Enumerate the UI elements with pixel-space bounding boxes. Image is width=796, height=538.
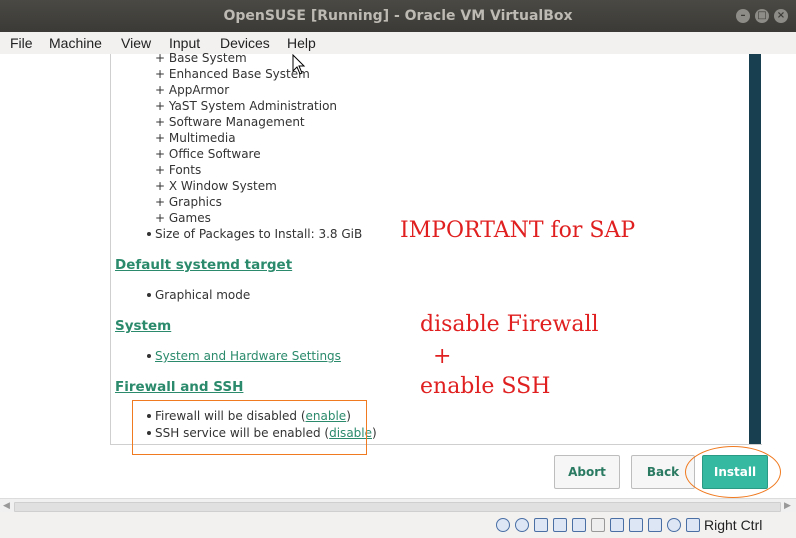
usb-icon[interactable] (572, 518, 586, 532)
menu-machine[interactable]: Machine (49, 35, 102, 51)
menu-devices[interactable]: Devices (220, 35, 270, 51)
list-item: + X Window System (155, 179, 277, 193)
highlight-ellipse (685, 446, 781, 498)
window-title: OpenSUSE [Running] - Oracle VM VirtualBo… (223, 8, 573, 24)
optical-drive-icon[interactable] (515, 518, 529, 532)
video-capture-icon[interactable] (629, 518, 643, 532)
status-bar: Right Ctrl (0, 512, 796, 538)
guest-display[interactable]: + Base System + Enhanced Base System + A… (0, 51, 796, 513)
scroll-right-icon[interactable]: ▶ (784, 501, 791, 511)
title-bar: OpenSUSE [Running] - Oracle VM VirtualBo… (0, 0, 796, 32)
bullet-icon (147, 293, 151, 297)
mouse-cursor-icon (292, 54, 306, 75)
bullet-icon (147, 354, 151, 358)
close-icon[interactable]: × (774, 9, 788, 23)
annotation-plus: + (433, 344, 452, 369)
maximize-icon[interactable]: □ (755, 9, 769, 23)
hard-disk-icon[interactable] (496, 518, 510, 532)
horizontal-scrollbar-thumb[interactable] (14, 502, 781, 512)
scroll-left-icon[interactable]: ◀ (3, 501, 10, 511)
horizontal-scrollbar[interactable]: ◀ ▶ (0, 498, 796, 513)
host-key-label: Right Ctrl (704, 517, 763, 533)
list-item: + YaST System Administration (155, 99, 338, 113)
list-item: + Enhanced Base System (155, 67, 310, 81)
menu-file[interactable]: File (10, 35, 33, 51)
system-heading[interactable]: System (115, 318, 171, 334)
list-item: + Multimedia (155, 131, 236, 145)
scrollbar-thumb[interactable] (749, 54, 761, 444)
minimize-icon[interactable]: – (736, 9, 750, 23)
firewall-heading[interactable]: Firewall and SSH (115, 379, 243, 395)
list-item: + Software Management (155, 115, 305, 129)
bullet-icon (147, 232, 151, 236)
systemd-heading[interactable]: Default systemd target (115, 257, 292, 273)
annotation-enable: enable SSH (420, 374, 551, 399)
package-size: Size of Packages to Install: 3.8 GiB (155, 227, 363, 241)
system-settings-link[interactable]: System and Hardware Settings (155, 349, 341, 363)
annotation-disable: disable Firewall (420, 312, 599, 337)
annotation-important: IMPORTANT for SAP (400, 218, 636, 243)
menu-input[interactable]: Input (169, 35, 200, 51)
highlight-box (132, 400, 367, 455)
menu-bar: File Machine View Input Devices Help (0, 32, 796, 54)
systemd-value: Graphical mode (155, 288, 251, 302)
network-icon[interactable] (553, 518, 567, 532)
audio-icon[interactable] (534, 518, 548, 532)
list-item: + Office Software (155, 147, 261, 161)
virtualization-icon[interactable] (667, 518, 681, 532)
shared-folders-icon[interactable] (591, 518, 605, 532)
menu-view[interactable]: View (121, 35, 151, 51)
mouse-integration-icon[interactable] (686, 518, 700, 532)
menu-help[interactable]: Help (287, 35, 316, 51)
list-item: + AppArmor (155, 83, 230, 97)
list-item: + Fonts (155, 163, 202, 177)
display-icon[interactable] (610, 518, 624, 532)
list-item: + Graphics (155, 195, 222, 209)
cpu-icon[interactable] (648, 518, 662, 532)
list-item: + Games (155, 211, 211, 225)
list-item: + Base System (155, 51, 247, 65)
abort-button[interactable]: Abort (554, 455, 620, 489)
